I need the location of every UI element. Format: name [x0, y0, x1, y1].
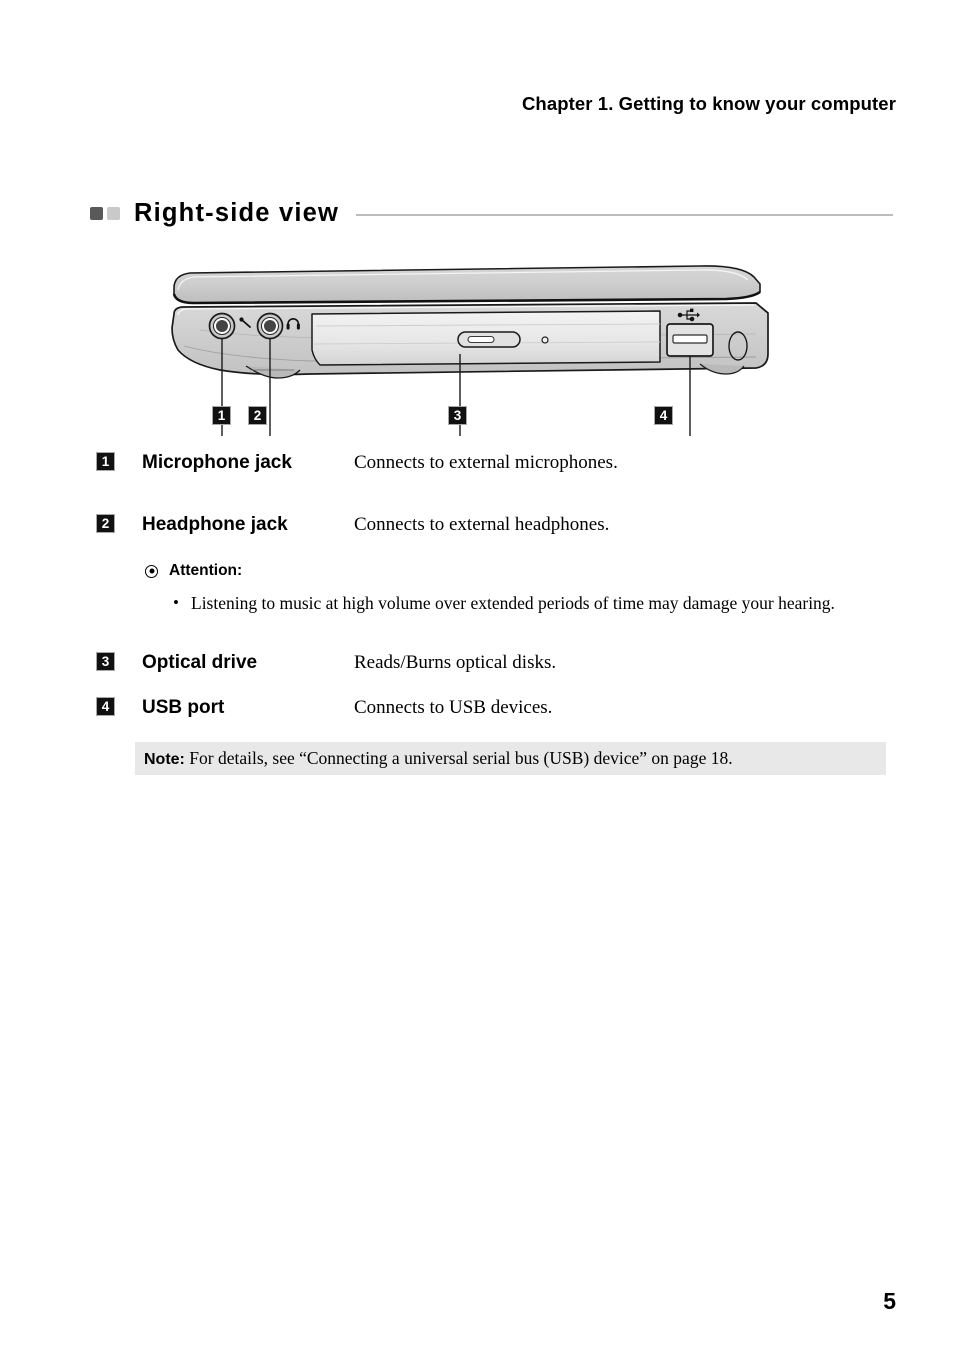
note-text: Note: For details, see “Connecting a uni…	[144, 748, 733, 769]
feature-description-4: Connects to USB devices.	[354, 697, 553, 718]
feature-list-part-1: 1 Microphone jack Connects to external m…	[96, 452, 896, 536]
feature-description-2: Connects to external headphones.	[354, 514, 610, 535]
attention-label: Attention:	[169, 562, 243, 579]
note-label: Note:	[144, 751, 185, 768]
feature-description-1: Connects to external microphones.	[354, 452, 618, 473]
optical-drive-pinhole	[541, 336, 549, 344]
heading-marker-dark-square	[90, 206, 103, 220]
bullet-icon: •	[173, 593, 179, 612]
chapter-header: Chapter 1. Getting to know your computer	[521, 93, 896, 114]
feature-item-optical-drive: 3 Optical drive Reads/Burns optical disk…	[96, 652, 896, 674]
feature-name-3: Optical drive	[142, 652, 258, 673]
attention-list-item: • Listening to music at high volume over…	[173, 592, 890, 614]
figure-callout-badge-3: 3	[448, 406, 467, 425]
feature-item-headphone-jack: 2 Headphone jack Connects to external he…	[96, 514, 896, 536]
figure-callout-badge-4: 4	[654, 406, 673, 425]
heading-marker-light-square	[107, 206, 120, 220]
attention-icon	[145, 564, 158, 578]
feature-name-2: Headphone jack	[142, 514, 288, 535]
page-title: Right-side view	[134, 198, 340, 227]
section-heading: Right-side view	[90, 196, 893, 230]
feature-item-usb-port: 4 USB port Connects to USB devices.	[96, 697, 896, 719]
feature-description-3: Reads/Burns optical disks.	[354, 652, 557, 673]
figure-callout-badge-2: 2	[248, 406, 267, 425]
feature-name-1: Microphone jack	[142, 452, 292, 473]
attention-heading: Attention:	[145, 562, 890, 580]
feature-list-part-2: 3 Optical drive Reads/Burns optical disk…	[96, 652, 896, 719]
attention-block: Attention: • Listening to music at high …	[145, 562, 890, 614]
figure-callout-badge-1: 1	[212, 406, 231, 425]
note-callout-box: Note: For details, see “Connecting a uni…	[135, 742, 886, 775]
feature-item-microphone-jack: 1 Microphone jack Connects to external m…	[96, 452, 896, 474]
feature-badge-3: 3	[96, 652, 115, 671]
note-body: For details, see “Connecting a universal…	[184, 748, 733, 768]
feature-name-4: USB port	[142, 697, 225, 718]
laptop-lid	[172, 265, 761, 305]
heading-divider-rule	[356, 213, 893, 216]
feature-badge-1: 1	[96, 452, 115, 471]
attention-item-text: Listening to music at high volume over e…	[191, 593, 835, 613]
feature-badge-4: 4	[96, 697, 115, 716]
page-number: 5	[883, 1288, 896, 1314]
optical-drive-bay	[311, 310, 661, 366]
feature-badge-2: 2	[96, 514, 115, 533]
